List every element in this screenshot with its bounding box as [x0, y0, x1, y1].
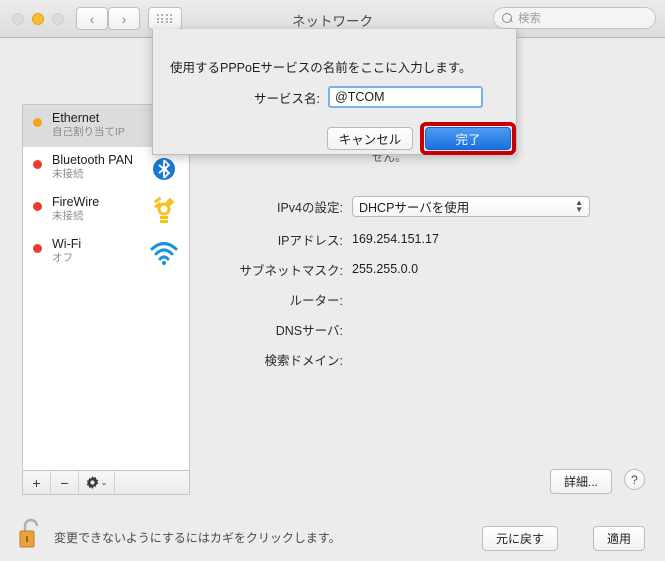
chevron-updown-icon: ▲ ▼ — [575, 198, 583, 214]
status-dot — [33, 118, 42, 127]
network-services-toolbar: + − ⌄ — [22, 471, 190, 495]
field-search-domains: 検索ドメイン: — [210, 346, 640, 372]
field-label: サブネットマスク: — [239, 263, 343, 278]
window-footer: 変更できないようにするにはカギをクリックします。 元に戻す 適用 — [0, 505, 665, 561]
field-label: DNSサーバ: — [275, 323, 343, 338]
bluetooth-icon — [153, 158, 175, 180]
service-name-value: @TCOM — [335, 90, 385, 104]
search-icon — [502, 12, 513, 24]
wifi-icon — [150, 242, 178, 265]
remove-service-button[interactable]: − — [51, 471, 79, 494]
service-name-label: サービス名: — [254, 91, 320, 106]
field-label: IPv4の設定: — [277, 200, 343, 215]
lock-hint-text: 変更できないようにするにはカギをクリックします。 — [54, 531, 341, 545]
field-ip-address: IPアドレス: 169.254.151.17 — [210, 226, 640, 252]
service-name-field-row: サービス名: @TCOM — [153, 86, 518, 108]
subnet-mask-value: 255.255.0.0 — [352, 262, 419, 276]
sidebar-item-wifi[interactable]: Wi-Fi オフ — [23, 231, 189, 273]
field-router: ルーター: — [210, 286, 640, 312]
field-label: IPアドレス: — [277, 233, 343, 248]
network-preferences-window: ‹ › ネットワーク 検索 Ethernet 自己割り当てIP Bluetoot… — [0, 0, 665, 561]
done-button[interactable]: 完了 — [425, 127, 511, 150]
revert-button[interactable]: 元に戻す — [481, 526, 558, 551]
cancel-button[interactable]: キャンセル — [327, 127, 413, 150]
search-placeholder: 検索 — [518, 13, 541, 25]
field-dns-server: DNSサーバ: — [210, 316, 640, 342]
status-dot — [33, 202, 42, 211]
service-actions-button[interactable]: ⌄ — [79, 471, 115, 494]
unlocked-padlock-icon[interactable] — [18, 517, 44, 549]
sidebar-item-firewire[interactable]: FireWire 未接続 — [23, 189, 189, 231]
add-service-button[interactable]: + — [23, 471, 51, 494]
advanced-button[interactable]: 詳細... — [549, 469, 612, 494]
field-label: ルーター: — [289, 293, 343, 308]
status-dot — [33, 160, 42, 169]
field-subnet-mask: サブネットマスク: 255.255.0.0 — [210, 256, 640, 282]
ipv4-config-value: DHCPサーバを使用 — [359, 200, 470, 215]
sheet-title: 使用するPPPoEサービスの名前をここに入力します。 — [170, 61, 472, 75]
network-services-list[interactable]: Ethernet 自己割り当てIP Bluetooth PAN 未接続 Fire… — [22, 104, 190, 471]
help-button[interactable]: ? — [624, 469, 645, 490]
ipv4-config-select[interactable]: DHCPサーバを使用 ▲ ▼ — [352, 195, 590, 217]
status-dot — [33, 244, 42, 253]
search-input[interactable]: 検索 — [493, 7, 656, 29]
field-ipv4-config: IPv4の設定: DHCPサーバを使用 ▲ ▼ — [210, 193, 640, 219]
field-label: 検索ドメイン: — [264, 353, 343, 368]
ip-address-value: 169.254.151.17 — [352, 232, 439, 246]
gear-icon — [86, 476, 98, 489]
chevron-down-icon: ⌄ — [100, 478, 108, 487]
service-name-input[interactable]: @TCOM — [328, 86, 483, 108]
apply-button[interactable]: 適用 — [592, 526, 645, 551]
pppoe-service-name-sheet: 使用するPPPoEサービスの名前をここに入力します。 サービス名: @TCOM … — [152, 29, 517, 155]
firewire-icon — [154, 196, 175, 223]
